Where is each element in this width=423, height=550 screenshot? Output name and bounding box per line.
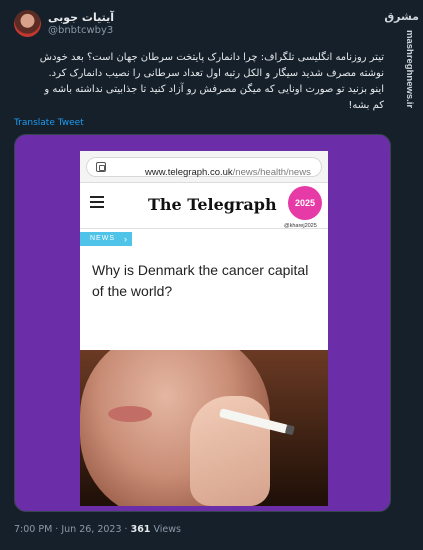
tweet: آیتیات جوبی @bnbtcwby3 تیتر روزنامه انگل… (0, 0, 423, 550)
views-label: Views (150, 524, 181, 535)
lips-image (108, 406, 152, 422)
masthead: The Telegraph (148, 195, 277, 214)
mashregh-watermark: مشرق mashreghnews.ir (384, 4, 421, 128)
url-field: www.telegraph.co.uk/news/health/news (86, 157, 322, 178)
url-text: www.telegraph.co.uk/news/health/news (145, 167, 311, 178)
news-tag: NEWS › (80, 232, 132, 246)
watermark-logo: مشرق (384, 10, 419, 23)
arrow-right-icon: › (124, 234, 128, 244)
cigarette-tip (284, 424, 295, 436)
page-icon (96, 162, 106, 172)
avatar[interactable] (14, 10, 41, 37)
tweet-time[interactable]: 7:00 PM · Jun 26, 2023 · (14, 524, 131, 535)
user-handle[interactable]: @bnbtcwby3 (48, 25, 113, 36)
badge-handle: @kharej2025 (284, 223, 317, 229)
article-headline: Why is Denmark the cancer capital of the… (92, 262, 309, 299)
browser-url-bar: www.telegraph.co.uk/news/health/news (80, 151, 328, 183)
tweet-line: اینو بزنید تو صورت اونایی که میگن مصرفش … (44, 84, 384, 95)
translate-tweet-link[interactable]: Translate Tweet (14, 118, 84, 128)
tweet-text: تیتر روزنامه انگلیسی تلگراف: چرا دانمارک… (14, 50, 384, 114)
hamburger-icon (90, 196, 104, 208)
tweet-line: نوشته مصرف شدید سیگار و الکل رتبه اول تع… (48, 68, 384, 79)
tweet-meta: 7:00 PM · Jun 26, 2023 · 361 Views (14, 524, 181, 535)
views-count: 361 (130, 524, 151, 535)
article-photo (80, 350, 328, 506)
watermark-site: mashreghnews.ir (404, 30, 415, 109)
news-tag-label: NEWS (90, 235, 115, 242)
tweet-line: تیتر روزنامه انگلیسی تلگراف: چرا دانمارک… (39, 52, 384, 63)
url-path: /news/health/news (232, 167, 311, 178)
tweet-line: کم بشه! (348, 100, 384, 111)
kharej-badge-logo: 2025 (288, 186, 322, 220)
user-name[interactable]: آیتیات جوبی (48, 11, 114, 24)
url-domain: www.telegraph.co.uk (145, 167, 233, 178)
